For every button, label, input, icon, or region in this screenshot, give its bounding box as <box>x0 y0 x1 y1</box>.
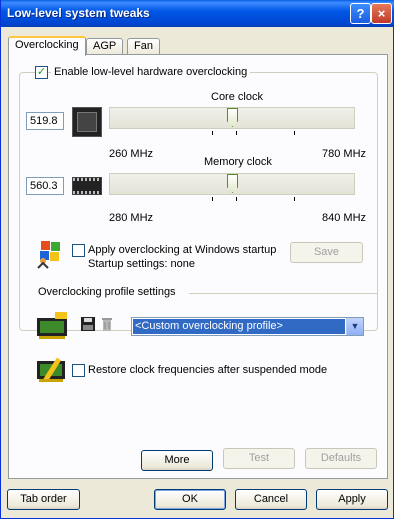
restore-clock-checkbox[interactable] <box>72 364 85 377</box>
restore-card-icon <box>35 355 69 385</box>
tab-fan[interactable]: Fan <box>127 38 160 55</box>
chevron-down-icon[interactable]: ▼ <box>346 318 363 335</box>
startup-settings-text: Startup settings: none <box>88 258 196 270</box>
memory-clock-max: 840 MHz <box>322 212 367 224</box>
profile-dropdown[interactable]: <Custom overclocking profile> ▼ <box>131 317 364 336</box>
enable-overclocking-checkbox[interactable]: ✓ <box>35 66 48 79</box>
profile-settings-label: Overclocking profile settings <box>36 286 178 298</box>
help-button[interactable]: ? <box>350 3 371 24</box>
memory-chip-icon <box>72 177 102 195</box>
close-button[interactable]: × <box>371 3 392 24</box>
windows-startup-icon <box>35 239 65 269</box>
core-tick-1 <box>212 131 213 135</box>
save-profile-icon[interactable] <box>81 317 95 331</box>
core-tick-2 <box>236 131 237 135</box>
memory-clock-min: 280 MHz <box>109 212 154 224</box>
window: Low-level system tweaks ? × Overclocking… <box>0 0 394 519</box>
gpu-chip-icon <box>72 107 102 137</box>
core-clock-value: 519.8 <box>26 112 64 130</box>
tab-overclocking[interactable]: Overclocking <box>8 36 86 56</box>
restore-clock-label: Restore clock frequencies after suspende… <box>88 364 328 376</box>
more-button[interactable]: More <box>141 450 213 471</box>
cancel-button[interactable]: Cancel <box>235 489 307 510</box>
memory-tick-1 <box>212 197 213 201</box>
profile-separator <box>189 293 377 294</box>
test-button[interactable]: Test <box>223 448 295 469</box>
core-clock-label: Core clock <box>211 91 263 103</box>
window-title: Low-level system tweaks <box>7 6 150 20</box>
apply-startup-checkbox[interactable] <box>72 244 85 257</box>
apply-button[interactable]: Apply <box>316 489 388 510</box>
core-clock-max: 780 MHz <box>322 148 367 160</box>
graphics-card-icon <box>35 310 71 340</box>
memory-tick-2 <box>236 197 237 201</box>
tab-panel-overclocking: ✓ Enable low-level hardware overclocking… <box>8 54 388 479</box>
ok-button[interactable]: OK <box>154 489 226 510</box>
core-clock-min: 260 MHz <box>109 148 154 160</box>
tab-agp[interactable]: AGP <box>86 38 124 55</box>
enable-overclocking-label: Enable low-level hardware overclocking <box>51 66 251 78</box>
memory-clock-value: 560.3 <box>26 177 64 195</box>
defaults-button[interactable]: Defaults <box>305 448 377 469</box>
delete-profile-icon[interactable] <box>100 317 114 331</box>
save-button[interactable]: Save <box>290 242 363 263</box>
tab-order-button[interactable]: Tab order <box>7 489 80 510</box>
profile-dropdown-value: <Custom overclocking profile> <box>133 319 345 334</box>
memory-tick-3 <box>294 197 295 201</box>
core-tick-3 <box>294 131 295 135</box>
title-bar[interactable]: Low-level system tweaks ? × <box>1 0 394 27</box>
memory-clock-label: Memory clock <box>204 156 272 168</box>
apply-startup-label: Apply overclocking at Windows startup <box>88 244 277 256</box>
